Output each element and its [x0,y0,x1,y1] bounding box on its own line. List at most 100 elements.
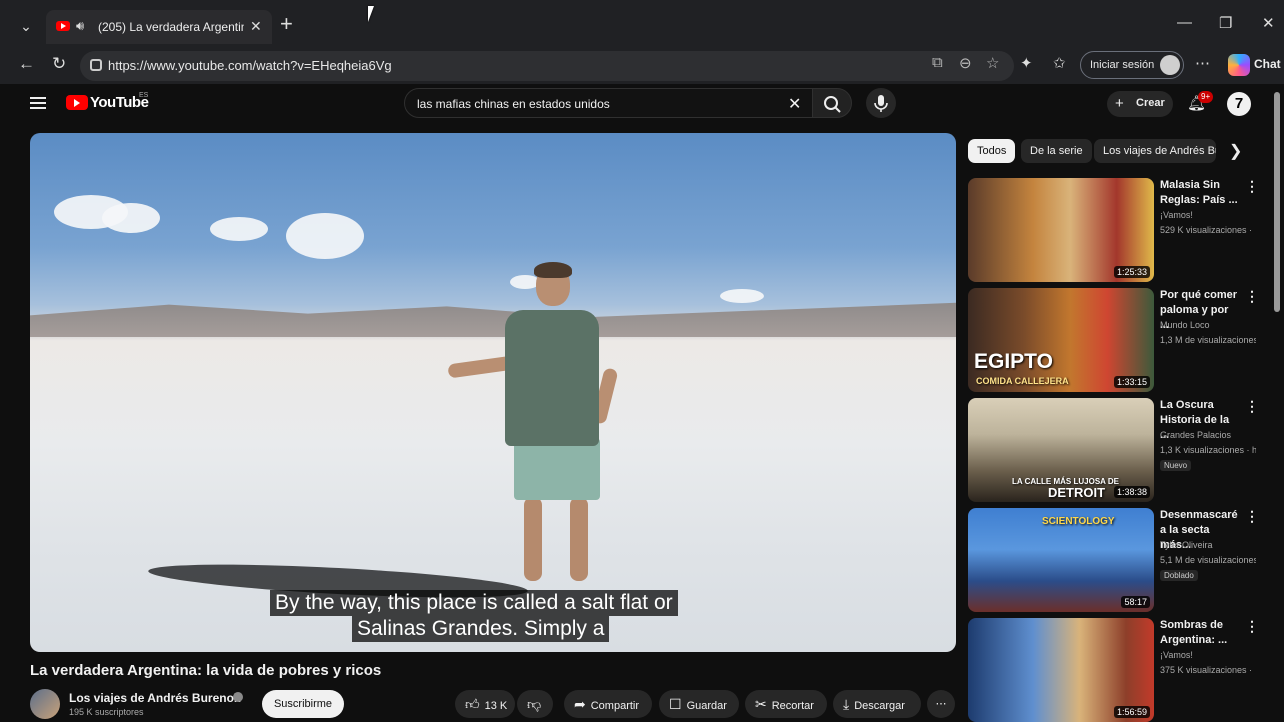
save-label: Guardar [686,700,727,712]
related-video-channel[interactable]: Tyler Oliveira [1160,540,1213,550]
create-button[interactable]: + Crear [1107,91,1173,117]
channel-name[interactable]: Los viajes de Andrés Burenok [69,691,241,705]
video-thumbnail[interactable]: 1:56:59 [968,618,1154,722]
video-duration: 1:38:38 [1113,486,1150,498]
account-avatar[interactable]: 7 [1227,92,1251,116]
youtube-favicon-icon [56,21,70,31]
share-button[interactable]: ➦ Compartir [564,690,652,718]
video-thumbnail[interactable]: LA CALLE MÁS LUJOSA DE DETROIT 1:38:38 [968,398,1154,502]
page-scrollbar[interactable] [1274,92,1280,312]
dislike-button[interactable]: 👎︎ [517,690,553,718]
back-icon[interactable]: ← [18,54,35,74]
browser-tab-bar: ⌄ 🔊︎ (205) La verdadera Argentina: ✕ + —… [0,0,1284,48]
chip-channel[interactable]: Los viajes de Andrés Bu [1094,139,1216,163]
thumbnail-text: EGIPTO [974,350,1053,373]
download-button[interactable]: ⤓ Descargar [833,690,921,718]
related-video-views: 1,3 M de visualizaciones [1160,335,1256,345]
favorite-star-icon[interactable]: ☆ [986,54,999,72]
related-video-views: 375 K visualizaciones · [1160,665,1253,675]
like-button[interactable]: 👍︎ 13 K [455,690,515,718]
thumbnail-text: SCIENTOLOGY [1042,516,1115,527]
thumbnail-text: DETROIT [1048,485,1106,500]
plus-icon: + [1115,95,1124,112]
copilot-icon[interactable] [1228,54,1250,76]
search-input[interactable]: las mafias chinas en estados unidos ✕ [404,88,814,118]
chip-all[interactable]: Todos [968,139,1016,163]
mountain-range [30,302,956,337]
tab-list-button[interactable]: ⌄ [12,14,40,38]
more-options-icon[interactable]: ⋯ [1195,54,1210,72]
cloud [210,217,268,241]
voice-search-button[interactable] [866,88,896,118]
thumbs-up-icon: 👍︎ [465,696,480,712]
menu-icon[interactable] [30,97,46,109]
more-vertical-icon[interactable]: ⋮ [1245,508,1259,525]
subscriber-count: 195 K suscriptores [69,707,144,717]
clip-label: Recortar [771,700,814,712]
related-video-channel[interactable]: ¡Vamos! [1160,650,1193,660]
download-label: Descargar [854,700,905,712]
channel-avatar[interactable] [30,689,60,719]
microphone-icon [874,95,888,112]
signin-label: Iniciar sesión [1090,59,1155,71]
video-duration: 1:25:33 [1113,266,1150,278]
close-window-icon[interactable]: ✕ [1262,14,1275,32]
more-vertical-icon[interactable]: ⋮ [1245,398,1259,415]
cloud [286,213,364,259]
share-icon: ➦ [574,696,586,712]
browser-tab[interactable]: 🔊︎ (205) La verdadera Argentina: ✕ [46,10,272,44]
subtitle-line-1: By the way, this place is called a salt … [270,590,678,616]
clip-button[interactable]: ✂ Recortar [745,690,827,718]
video-thumbnail[interactable]: EGIPTO COMIDA CALLEJERA 1:33:15 [968,288,1154,392]
dubbed-badge: Doblado [1160,570,1198,581]
related-video-title[interactable]: Malasia Sin Reglas: País ... [1160,178,1240,208]
video-thumbnail[interactable]: SCIENTOLOGY 58:17 [968,508,1154,612]
minimize-icon[interactable]: — [1177,14,1192,31]
save-button[interactable]: ☐ Guardar [659,690,739,718]
video-duration: 1:33:15 [1113,376,1150,388]
new-tab-button[interactable]: + [280,12,293,36]
profile-avatar-icon [1160,55,1180,75]
related-video-channel[interactable]: ¡Vamos! [1160,210,1193,220]
download-icon: ⤓ [843,696,850,712]
scissors-icon: ✂ [755,696,767,712]
search-query: las mafias chinas en estados unidos [417,97,610,111]
related-video-channel[interactable]: Mundo Loco [1160,320,1210,330]
speaker-icon[interactable]: 🔊︎ [76,18,84,34]
chat-label[interactable]: Chat [1254,57,1281,71]
person-shorts [514,438,600,500]
related-video-title[interactable]: Sombras de Argentina: ... [1160,618,1240,648]
lock-icon [90,59,102,71]
reload-icon[interactable]: ↻ [52,54,66,74]
clear-search-icon[interactable]: ✕ [788,94,801,114]
create-label: Crear [1136,97,1165,109]
youtube-logo-icon[interactable] [66,95,88,110]
subscribe-button[interactable]: Suscribirme [262,690,344,718]
verified-icon [233,692,243,702]
url-text: https://www.youtube.com/watch?v=EHeqheia… [108,58,392,73]
close-tab-icon[interactable]: ✕ [250,18,262,35]
person-shirt [505,310,599,446]
more-vertical-icon[interactable]: ⋮ [1245,288,1259,305]
search-icon [824,96,841,113]
video-player[interactable]: By the way, this place is called a salt … [30,133,956,652]
more-vertical-icon[interactable]: ⋮ [1245,618,1259,635]
subtitle-line-2: Salinas Grandes. Simply a [352,616,610,642]
video-thumbnail[interactable]: 1:25:33 [968,178,1154,282]
address-bar[interactable]: https://www.youtube.com/watch?v=EHeqheia… [80,51,1014,81]
chevron-right-icon[interactable]: ❯ [1229,141,1242,161]
more-vertical-icon[interactable]: ⋮ [1245,178,1259,195]
search-button[interactable] [812,88,852,118]
chip-series[interactable]: De la serie [1021,139,1092,163]
related-video-channel[interactable]: Grandes Palacios [1160,430,1231,440]
app-available-icon[interactable]: ⧉ [932,54,943,71]
favorites-icon[interactable]: ✩ [1053,54,1066,72]
zoom-icon[interactable]: ⊖ [959,54,972,72]
related-video-views: 529 K visualizaciones · [1160,225,1253,235]
signin-button[interactable]: Iniciar sesión [1080,51,1184,79]
more-actions-button[interactable]: ⋯ [927,690,955,718]
maximize-icon[interactable]: ❐ [1219,14,1232,32]
person-leg [524,497,542,581]
extensions-icon[interactable]: ✦ [1020,54,1033,72]
cloud [720,289,764,303]
